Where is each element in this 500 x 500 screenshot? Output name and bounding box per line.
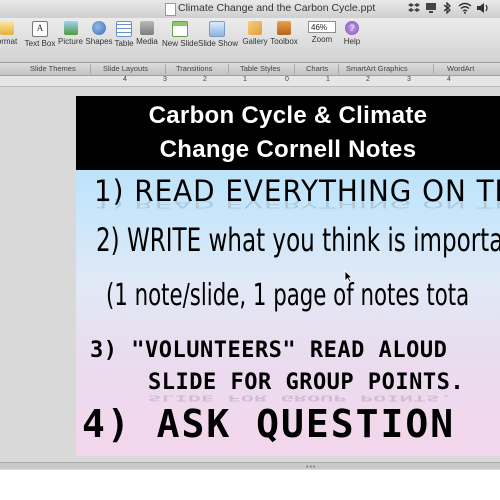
dropbox-icon[interactable] bbox=[408, 2, 420, 17]
text-box-icon: A bbox=[32, 21, 48, 37]
ribbon-divider bbox=[165, 64, 166, 74]
tab-table-styles[interactable]: Table Styles bbox=[240, 64, 280, 73]
tab-smartart-graphics[interactable]: SmartArt Graphics bbox=[346, 64, 408, 73]
ruler-number: 4 bbox=[447, 76, 451, 83]
ruler-number: 4 bbox=[123, 76, 127, 83]
new-slide-icon bbox=[172, 21, 188, 37]
ribbon-divider bbox=[228, 64, 229, 74]
picture-icon bbox=[63, 21, 78, 35]
picture-button[interactable]: Picture bbox=[57, 21, 84, 59]
toolbox-button[interactable]: Toolbox bbox=[269, 21, 299, 59]
monitor-icon[interactable] bbox=[425, 2, 437, 17]
help-button[interactable]: ? Help bbox=[341, 21, 363, 59]
item-4-reflection: SLIDE FOR GROUP POINTS. bbox=[148, 393, 453, 402]
shapes-icon bbox=[92, 21, 106, 35]
slide-item-2[interactable]: 2) WRITE what you think is importa bbox=[96, 221, 500, 259]
ruler-number: 2 bbox=[366, 76, 370, 83]
format-icon bbox=[0, 21, 14, 35]
slide-item-4-line-1[interactable]: 3) "VOLUNTEERS" READ ALOUD bbox=[90, 338, 447, 363]
document-icon bbox=[165, 3, 176, 16]
toolbox-icon bbox=[277, 21, 291, 35]
gallery-button[interactable]: Gallery bbox=[241, 21, 269, 59]
slide-title-line-1[interactable]: Carbon Cycle & Climate bbox=[76, 102, 500, 130]
notes-pane-splitter[interactable] bbox=[0, 462, 500, 469]
slide-canvas[interactable]: Carbon Cycle & Climate Change Cornell No… bbox=[76, 96, 500, 456]
slide-show-icon bbox=[209, 21, 225, 37]
zoom-control[interactable]: 46% Zoom bbox=[305, 21, 339, 59]
window-title: Climate Change and the Carbon Cycle.ppt bbox=[178, 2, 376, 14]
media-icon bbox=[140, 21, 154, 35]
slide-item-5[interactable]: 4) ASK QUESTION bbox=[82, 402, 455, 446]
zoom-input[interactable]: 46% bbox=[308, 21, 336, 33]
speaker-icon[interactable] bbox=[476, 2, 490, 17]
tab-wordart[interactable]: WordArt bbox=[447, 64, 474, 73]
gallery-icon bbox=[248, 21, 262, 35]
help-icon: ? bbox=[345, 21, 359, 35]
slide-title-bar: Carbon Cycle & Climate Change Cornell No… bbox=[76, 96, 500, 170]
ribbon-divider bbox=[433, 64, 434, 74]
tab-slide-themes[interactable]: Slide Themes bbox=[30, 64, 76, 73]
new-slide-button[interactable]: New Slide bbox=[162, 21, 198, 59]
ruler-number: 1 bbox=[326, 76, 330, 83]
ruler-number: 1 bbox=[243, 76, 247, 83]
ruler-number: 3 bbox=[163, 76, 167, 83]
window-title-bar: Climate Change and the Carbon Cycle.ppt bbox=[0, 0, 500, 19]
slide-show-button[interactable]: Slide Show bbox=[198, 21, 238, 59]
ruler-number: 2 bbox=[203, 76, 207, 83]
slide-item-1[interactable]: 1) READ EVERYTHING ON THE SLI bbox=[94, 174, 500, 208]
table-icon bbox=[116, 21, 132, 37]
ruler-number: 0 bbox=[285, 76, 289, 83]
text-box-button[interactable]: A Text Box bbox=[24, 21, 56, 59]
ribbon-divider bbox=[338, 64, 339, 74]
ribbon-divider bbox=[294, 64, 295, 74]
slide-item-3[interactable]: (1 note/slide, 1 page of notes tota bbox=[106, 278, 469, 313]
ruler-number: 3 bbox=[407, 76, 411, 83]
slide-title-line-2[interactable]: Change Cornell Notes bbox=[76, 136, 500, 164]
notes-pane[interactable] bbox=[0, 470, 500, 500]
tab-charts[interactable]: Charts bbox=[306, 64, 328, 73]
table-button[interactable]: Table bbox=[113, 21, 135, 59]
tab-slide-layouts[interactable]: Slide Layouts bbox=[103, 64, 148, 73]
tab-transitions[interactable]: Transitions bbox=[176, 64, 212, 73]
bluetooth-icon[interactable] bbox=[442, 1, 452, 17]
format-button[interactable]: ormat bbox=[0, 21, 20, 59]
horizontal-ruler[interactable]: 4 3 2 1 0 1 2 3 4 bbox=[0, 76, 500, 87]
slide-item-4-line-2[interactable]: SLIDE FOR GROUP POINTS. bbox=[148, 370, 464, 395]
media-button[interactable]: Media bbox=[135, 21, 159, 59]
mouse-pointer-icon bbox=[344, 270, 353, 288]
ribbon-divider bbox=[90, 64, 91, 74]
shapes-button[interactable]: Shapes bbox=[85, 21, 113, 59]
wifi-icon[interactable] bbox=[458, 2, 472, 17]
ribbon-tabs: Slide Themes Slide Layouts Transitions T… bbox=[0, 63, 500, 76]
toolbar: ormat A Text Box Picture Shapes Table Me… bbox=[0, 18, 500, 63]
